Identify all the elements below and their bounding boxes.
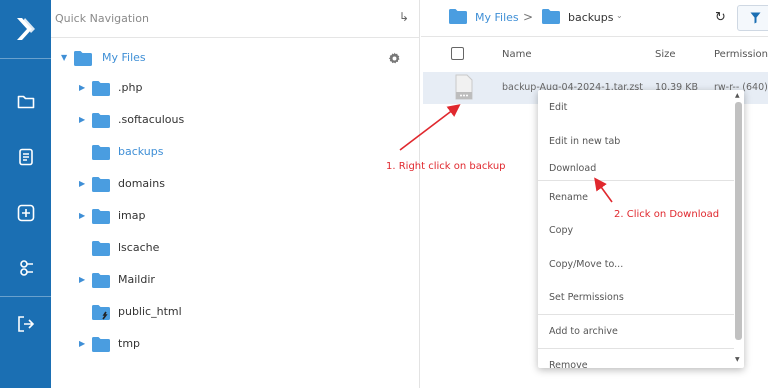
menu-item-edit-new-tab[interactable]: Edit in new tab xyxy=(549,136,620,147)
tree-item-softaculous[interactable]: ▶ .softaculous xyxy=(51,110,420,132)
rail-divider xyxy=(0,58,51,59)
scrollbar-thumb[interactable] xyxy=(735,102,742,340)
column-header-name[interactable]: Name xyxy=(502,49,532,60)
archive-file-icon xyxy=(455,74,473,100)
logo-icon[interactable] xyxy=(0,0,51,58)
folder-icon xyxy=(92,273,110,288)
rail-divider xyxy=(0,296,51,297)
tree-item-label: .php xyxy=(118,81,143,94)
folder-icon xyxy=(92,81,110,96)
caret-right-icon[interactable]: ▶ xyxy=(79,211,85,220)
folder-icon xyxy=(92,113,110,128)
settings-sliders-icon[interactable] xyxy=(0,253,51,283)
folder-icon xyxy=(92,177,110,192)
folder-icon xyxy=(92,241,110,256)
folder-icon xyxy=(92,337,110,352)
document-icon[interactable] xyxy=(0,142,51,172)
tree-item-label: Maildir xyxy=(118,273,155,286)
annotation-step1: 1. Right click on backup xyxy=(386,161,506,172)
menu-divider xyxy=(538,314,734,315)
left-rail xyxy=(0,0,51,388)
caret-right-icon[interactable]: ▶ xyxy=(79,179,85,188)
tree-item-tmp[interactable]: ▶ tmp xyxy=(51,334,420,356)
folder-icon xyxy=(92,209,110,224)
menu-item-rename[interactable]: Rename xyxy=(549,192,588,203)
tree-item-label: public_html xyxy=(118,305,182,318)
logout-icon[interactable] xyxy=(0,309,51,339)
folder-icon xyxy=(449,9,467,24)
scroll-down-icon[interactable]: ▼ xyxy=(735,356,740,363)
add-icon[interactable] xyxy=(0,198,51,228)
caret-right-icon[interactable]: ▶ xyxy=(79,83,85,92)
menu-item-copy[interactable]: Copy xyxy=(549,225,573,236)
caret-right-icon[interactable]: ▶ xyxy=(79,115,85,124)
menu-item-remove[interactable]: Remove xyxy=(549,360,588,368)
folder-icon xyxy=(92,145,110,160)
tree-item-public-html[interactable]: public_html xyxy=(51,302,420,324)
scroll-up-icon[interactable]: ▲ xyxy=(735,92,740,99)
menu-item-edit[interactable]: Edit xyxy=(549,102,567,113)
quick-navigation-title: Quick Navigation xyxy=(55,12,149,25)
breadcrumb: My Files > backups ⌄ ↻ xyxy=(421,0,768,37)
tree-item-label: .softaculous xyxy=(118,113,185,126)
menu-item-download[interactable]: Download xyxy=(549,163,596,174)
go-arrow-icon[interactable]: ↳ xyxy=(399,10,409,24)
caret-right-icon[interactable]: ▶ xyxy=(79,275,85,284)
context-menu: Edit Edit in new tab Download Rename Cop… xyxy=(538,90,744,368)
menu-item-set-permissions[interactable]: Set Permissions xyxy=(549,292,624,303)
quick-navigation-pane: Quick Navigation ↳ ▼ My Files ▶ .php ▶ .sof… xyxy=(51,0,420,388)
caret-down-icon[interactable]: ▼ xyxy=(61,53,67,62)
gear-icon[interactable] xyxy=(388,52,401,65)
tree-header-divider xyxy=(51,37,420,38)
folder-icon[interactable] xyxy=(0,86,51,116)
column-header-permissions[interactable]: Permissions xyxy=(714,49,768,60)
menu-scrollbar[interactable]: ▲ ▼ xyxy=(734,92,743,366)
tree-item-label: backups xyxy=(118,145,164,158)
filter-icon xyxy=(750,12,761,24)
file-manager-app: Quick Navigation ↳ ▼ My Files ▶ .php ▶ .sof… xyxy=(0,0,768,388)
tree-item-imap[interactable]: ▶ imap xyxy=(51,206,420,228)
tree-item-maildir[interactable]: ▶ Maildir xyxy=(51,270,420,292)
folder-icon xyxy=(542,9,560,24)
tree-root-label: My Files xyxy=(102,51,146,64)
tree-item-php[interactable]: ▶ .php xyxy=(51,78,420,100)
menu-item-add-to-archive[interactable]: Add to archive xyxy=(549,326,618,337)
tree-item-domains[interactable]: ▶ domains xyxy=(51,174,420,196)
chevron-down-icon[interactable]: ⌄ xyxy=(616,11,623,20)
folder-icon xyxy=(74,51,92,66)
menu-divider xyxy=(538,180,734,181)
tree-root-my-files[interactable]: ▼ My Files xyxy=(51,48,420,70)
select-all-checkbox[interactable] xyxy=(451,47,464,60)
menu-divider xyxy=(538,348,734,349)
breadcrumb-current[interactable]: backups xyxy=(568,11,614,24)
annotation-step2: 2. Click on Download xyxy=(614,209,720,220)
menu-item-copy-move[interactable]: Copy/Move to... xyxy=(549,259,623,270)
tree-item-label: lscache xyxy=(118,241,160,254)
reload-icon[interactable]: ↻ xyxy=(715,10,726,25)
tree-item-lscache[interactable]: lscache xyxy=(51,238,420,260)
caret-right-icon[interactable]: ▶ xyxy=(79,339,85,348)
filter-button[interactable] xyxy=(737,5,768,31)
tree-item-label: domains xyxy=(118,177,165,190)
tree-item-backups[interactable]: backups xyxy=(51,142,420,164)
folder-link-icon xyxy=(92,305,110,320)
column-header-size[interactable]: Size xyxy=(655,49,676,60)
tree-item-label: imap xyxy=(118,209,146,222)
breadcrumb-separator: > xyxy=(523,10,534,24)
tree-item-label: tmp xyxy=(118,337,141,350)
breadcrumb-home[interactable]: My Files xyxy=(475,11,519,24)
